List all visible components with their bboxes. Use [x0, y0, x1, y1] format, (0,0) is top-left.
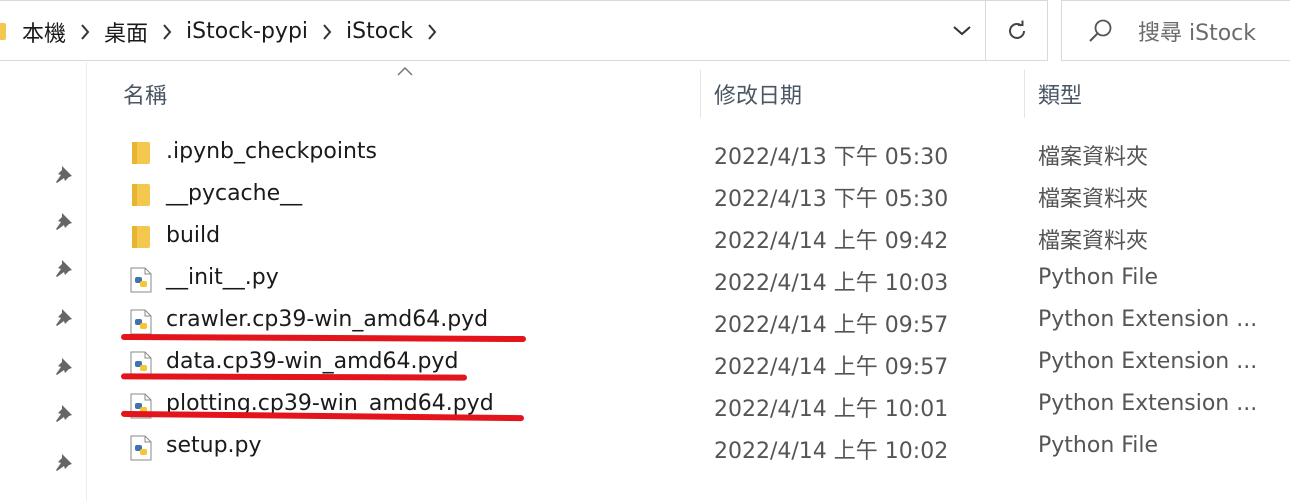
file-name: build	[166, 223, 221, 248]
file-date: 2022/4/14 上午 10:02	[714, 439, 949, 464]
breadcrumb: 本機 桌面 iStock-pypi iStock	[0, 1, 451, 62]
file-date: 2022/4/14 上午 10:01	[714, 397, 949, 422]
file-date: 2022/4/14 上午 09:42	[714, 229, 949, 254]
file-type: Python File	[1038, 433, 1159, 458]
search-icon	[1088, 18, 1114, 44]
refresh-button[interactable]	[986, 0, 1048, 61]
column-header-type[interactable]: 類型	[1038, 78, 1082, 110]
file-date: 2022/4/13 下午 05:30	[714, 187, 949, 212]
search-input[interactable]: 搜尋 iStock	[1138, 15, 1256, 47]
breadcrumb-item-this-pc[interactable]: 本機	[22, 16, 66, 48]
file-row[interactable]: setup.py 2022/4/14 上午 10:02 Python File	[0, 426, 1290, 468]
file-type: Python Extension ...	[1038, 307, 1258, 332]
search-box[interactable]: 搜尋 iStock	[1061, 0, 1290, 61]
chevron-down-icon	[953, 25, 971, 35]
file-row[interactable]: .ipynb_checkpoints 2022/4/13 下午 05:30 檔案…	[0, 132, 1290, 174]
python-file-icon	[130, 309, 152, 335]
file-date: 2022/4/13 下午 05:30	[714, 145, 949, 170]
file-row[interactable]: build 2022/4/14 上午 09:42 檔案資料夾	[0, 216, 1290, 258]
folder-icon	[0, 23, 6, 40]
red-underline-annotation	[120, 373, 468, 381]
file-name: data.cp39-win_amd64.pyd	[166, 349, 459, 374]
explorer-toolbar: 本機 桌面 iStock-pypi iStock 搜尋 iStock	[0, 0, 1290, 62]
file-row[interactable]: plotting.cp39-win_amd64.pyd 2022/4/14 上午…	[0, 384, 1290, 426]
folder-icon	[130, 225, 152, 251]
file-name: setup.py	[166, 433, 262, 458]
breadcrumb-item-istock-pypi[interactable]: iStock-pypi	[186, 19, 308, 44]
file-row[interactable]: __pycache__ 2022/4/13 下午 05:30 檔案資料夾	[0, 174, 1290, 216]
file-name: .ipynb_checkpoints	[166, 139, 377, 164]
column-divider[interactable]	[700, 70, 701, 118]
file-type: 檔案資料夾	[1038, 145, 1149, 170]
file-type: 檔案資料夾	[1038, 229, 1149, 254]
file-date: 2022/4/14 上午 10:03	[714, 271, 949, 296]
refresh-icon	[1008, 20, 1025, 39]
file-name: __pycache__	[166, 181, 303, 206]
file-name: crawler.cp39-win_amd64.pyd	[166, 307, 489, 332]
file-name: __init__.py	[166, 265, 279, 290]
chevron-right-icon[interactable]	[152, 23, 182, 41]
file-date: 2022/4/14 上午 09:57	[714, 355, 949, 380]
breadcrumb-item-istock[interactable]: iStock	[346, 19, 413, 44]
chevron-right-icon[interactable]	[312, 23, 342, 41]
python-file-icon	[130, 435, 152, 461]
chevron-right-icon[interactable]	[417, 23, 447, 41]
sort-ascending-icon	[397, 67, 413, 76]
folder-icon	[130, 141, 152, 167]
column-header-date-modified[interactable]: 修改日期	[714, 78, 802, 110]
file-type: Python File	[1038, 265, 1159, 290]
file-type: Python Extension ...	[1038, 391, 1258, 416]
chevron-right-icon[interactable]	[70, 23, 100, 41]
breadcrumb-item-desktop[interactable]: 桌面	[104, 16, 148, 48]
python-file-icon	[130, 267, 152, 293]
column-header-name[interactable]: 名稱	[123, 78, 167, 110]
folder-icon	[130, 183, 152, 209]
file-type: Python Extension ...	[1038, 349, 1258, 374]
file-date: 2022/4/14 上午 09:57	[714, 313, 949, 338]
file-row[interactable]: __init__.py 2022/4/14 上午 10:03 Python Fi…	[0, 258, 1290, 300]
file-type: 檔案資料夾	[1038, 187, 1149, 212]
address-bar[interactable]: 本機 桌面 iStock-pypi iStock	[0, 0, 986, 61]
address-history-dropdown[interactable]	[939, 1, 985, 60]
column-divider[interactable]	[1024, 70, 1025, 118]
